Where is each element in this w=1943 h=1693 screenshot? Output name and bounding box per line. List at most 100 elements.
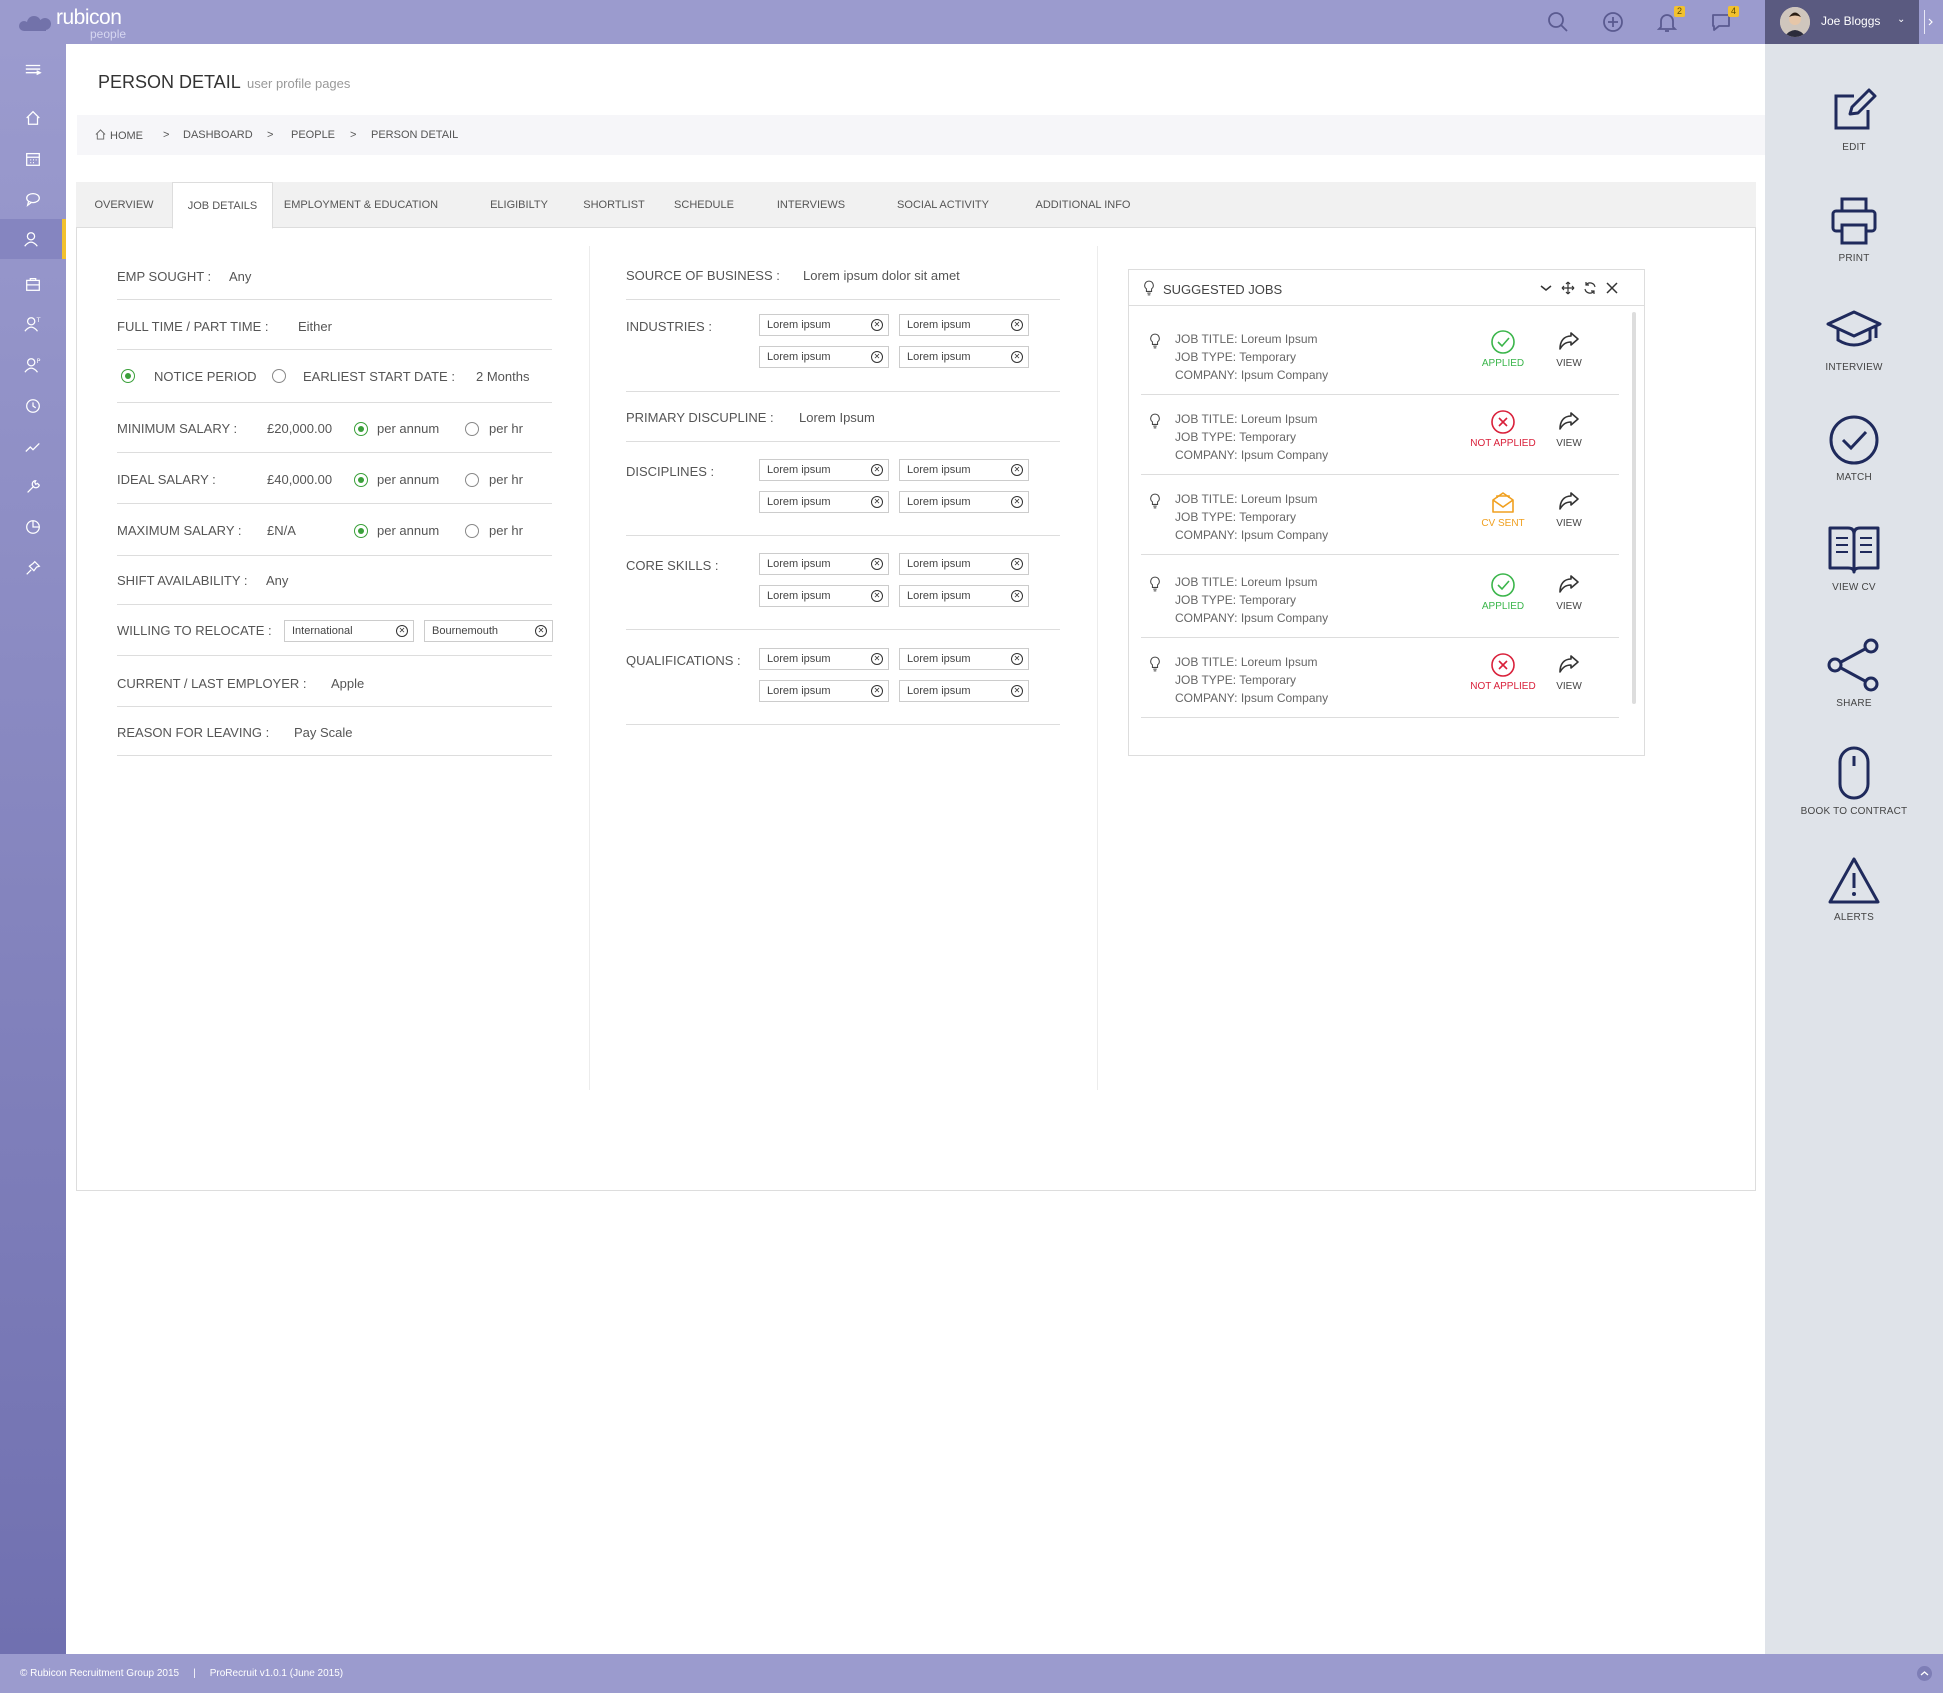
tab-schedule[interactable]: SCHEDULE [664,182,744,228]
tab-additional-info[interactable]: ADDITIONAL INFO [1022,182,1144,228]
move-icon[interactable] [1561,281,1575,295]
book-to-contract-action[interactable]: BOOK TO CONTRACT [1765,746,1943,817]
view-job-button[interactable]: VIEW [1549,652,1589,692]
share-icon [1827,638,1879,692]
trend-icon[interactable] [0,427,66,467]
remove-tag-icon[interactable]: ✕ [871,464,883,476]
notice-period-radio[interactable] [121,369,135,383]
remove-tag-icon[interactable]: ✕ [1011,496,1023,508]
ideal-salary-value[interactable]: £40,000.00 [267,472,332,487]
remove-tag-icon[interactable]: ✕ [1011,558,1023,570]
remove-tag-icon[interactable]: ✕ [1011,685,1023,697]
divider [626,724,1060,725]
shift-value[interactable]: Any [266,573,288,588]
suggested-job-item[interactable]: JOB TITLE: Loreum Ipsum JOB TYPE: Tempora… [1141,638,1619,718]
suggested-job-item[interactable]: JOB TITLE: Loreum Ipsum JOB TYPE: Tempora… [1141,315,1619,395]
bell-icon[interactable]: 2 [1655,6,1685,34]
refresh-icon[interactable] [1583,281,1597,295]
check-circle-icon [1829,415,1879,465]
remove-tag-icon[interactable]: ✕ [871,351,883,363]
breadcrumb-people[interactable]: PEOPLE [291,129,335,141]
tab-social-activity[interactable]: SOCIAL ACTIVITY [878,182,1008,228]
chat-icon[interactable]: 4 [1709,6,1739,34]
scroll-top-button[interactable] [1917,1666,1932,1681]
close-icon[interactable] [1605,281,1619,295]
print-action[interactable]: PRINT [1765,195,1943,264]
view-job-button[interactable]: VIEW [1549,409,1589,449]
tab-interviews[interactable]: INTERVIEWS [764,182,858,228]
menu-icon[interactable] [0,50,66,90]
match-action[interactable]: MATCH [1765,414,1943,483]
person-p-icon[interactable]: P [0,345,66,385]
max-salary-per-hr-radio[interactable] [465,524,479,538]
remove-tag-icon[interactable]: ✕ [396,625,408,637]
tab-overview[interactable]: OVERVIEW [76,182,172,228]
source-value[interactable]: Lorem ipsum dolor sit amet [803,268,960,283]
suggested-jobs-widget: SUGGESTED JOBS JOB TITLE: Loreum Ipsum JO… [1128,269,1645,756]
remove-tag-icon[interactable]: ✕ [1011,351,1023,363]
pin-icon[interactable] [0,548,66,588]
remove-tag-icon[interactable]: ✕ [871,685,883,697]
clock-icon[interactable] [0,386,66,426]
breadcrumb-dashboard[interactable]: DASHBOARD [183,129,253,141]
remove-tag-icon[interactable]: ✕ [871,558,883,570]
tab-employment-education[interactable]: EMPLOYMENT & EDUCATION [273,182,449,228]
remove-tag-icon[interactable]: ✕ [535,625,547,637]
page-title: PERSON DETAIL user profile pages [98,72,351,92]
search-icon[interactable] [1546,10,1570,34]
ideal-salary-per-annum-radio[interactable] [354,473,368,487]
scrollbar[interactable] [1632,312,1636,704]
remove-tag-icon[interactable]: ✕ [1011,653,1023,665]
suggested-job-item[interactable]: JOB TITLE: Loreum Ipsum JOB TYPE: Tempora… [1141,475,1619,555]
suggested-job-item[interactable]: JOB TITLE: Loreum Ipsum JOB TYPE: Tempora… [1141,395,1619,475]
suggested-job-item[interactable]: JOB TITLE: Loreum Ipsum JOB TYPE: Tempora… [1141,558,1619,638]
tab-shortlist[interactable]: SHORTLIST [574,182,654,228]
min-salary-per-hr-radio[interactable] [465,422,479,436]
employer-value[interactable]: Apple [331,676,364,691]
primary-discipline-value[interactable]: Lorem Ipsum [799,410,875,425]
remove-tag-icon[interactable]: ✕ [871,496,883,508]
alerts-action[interactable]: ALERTS [1765,856,1943,923]
chat-icon[interactable] [0,179,66,219]
emp-sought-value[interactable]: Any [229,269,251,284]
reason-value[interactable]: Pay Scale [294,725,353,740]
tab-job-details[interactable]: JOB DETAILS [172,182,273,229]
person-t-icon[interactable]: T [0,304,66,344]
pie-chart-icon[interactable] [0,507,66,547]
add-icon[interactable] [1601,10,1625,34]
view-cv-action[interactable]: VIEW CV [1765,522,1943,593]
calendar-icon[interactable] [0,139,66,179]
max-salary-value[interactable]: £N/A [267,523,296,538]
briefcase-icon[interactable] [0,264,66,304]
svg-text:P: P [37,358,41,365]
chevron-down-icon[interactable] [1539,281,1553,295]
share-action[interactable]: SHARE [1765,638,1943,709]
relocate-tag: International ✕ [284,620,414,642]
remove-tag-icon[interactable]: ✕ [871,653,883,665]
view-job-button[interactable]: VIEW [1549,329,1589,369]
min-salary-value[interactable]: £20,000.00 [267,421,332,436]
people-icon[interactable] [0,219,66,259]
interview-action[interactable]: INTERVIEW [1765,304,1943,373]
max-salary-per-annum-radio[interactable] [354,524,368,538]
remove-tag-icon[interactable]: ✕ [871,590,883,602]
remove-tag-icon[interactable]: ✕ [871,319,883,331]
breadcrumb-home[interactable]: HOME [95,129,143,142]
remove-tag-icon[interactable]: ✕ [1011,590,1023,602]
view-job-button[interactable]: VIEW [1549,572,1589,612]
remove-tag-icon[interactable]: ✕ [1011,464,1023,476]
edit-action[interactable]: EDIT [1765,84,1943,153]
wrench-icon[interactable] [0,467,66,507]
earliest-start-radio[interactable] [272,369,286,383]
remove-tag-icon[interactable]: ✕ [1011,319,1023,331]
ideal-salary-per-hr-radio[interactable] [465,473,479,487]
view-job-button[interactable]: VIEW [1549,489,1589,529]
collapse-handle[interactable] [1924,10,1936,34]
home-icon[interactable] [0,98,66,138]
user-menu[interactable]: Joe Bloggs ⌄ [1765,0,1919,44]
job-title: Loreum Ipsum [1240,412,1318,426]
notice-value[interactable]: 2 Months [476,369,529,384]
min-salary-per-annum-radio[interactable] [354,422,368,436]
tab-eligibility[interactable]: ELIGIBILTY [479,182,559,228]
ftpt-value[interactable]: Either [298,319,332,334]
